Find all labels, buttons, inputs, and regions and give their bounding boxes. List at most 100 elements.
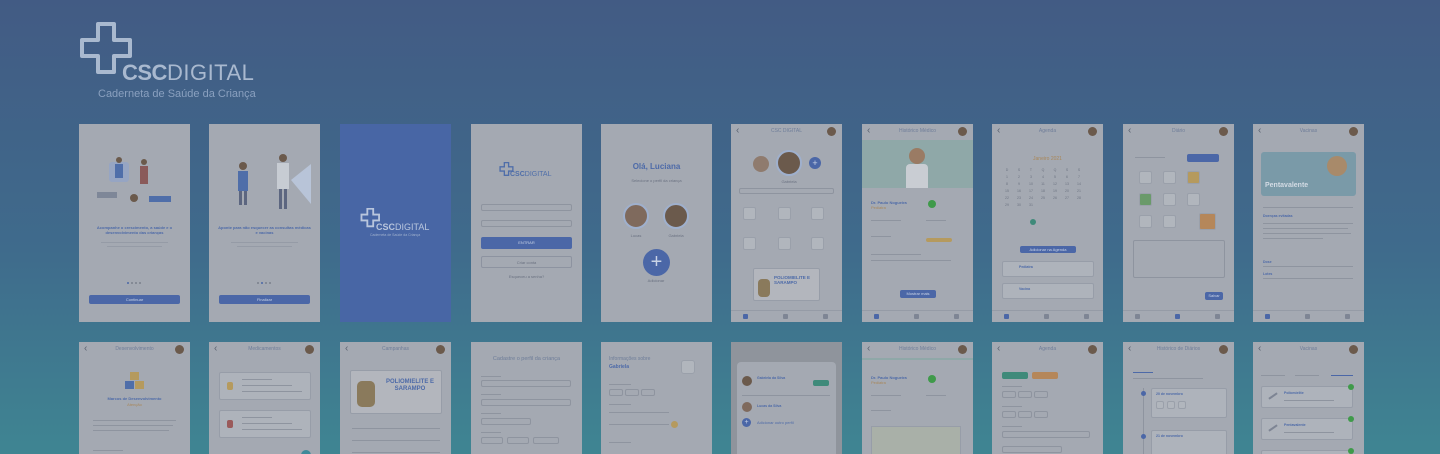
- mood-tile[interactable]: [1187, 193, 1200, 206]
- home-icon[interactable]: [743, 314, 748, 319]
- type-tab[interactable]: [1032, 372, 1058, 379]
- book-icon[interactable]: [1305, 314, 1310, 319]
- mood-tile[interactable]: [1139, 215, 1152, 228]
- day-select[interactable]: [1002, 391, 1016, 398]
- mood-tile[interactable]: [1187, 171, 1200, 184]
- avatar[interactable]: [958, 345, 967, 354]
- avatar[interactable]: [1349, 345, 1358, 354]
- period-select[interactable]: [1034, 411, 1048, 418]
- menu-tile[interactable]: [743, 237, 756, 250]
- minute-select[interactable]: [1018, 411, 1032, 418]
- book-icon[interactable]: [783, 314, 788, 319]
- home-icon[interactable]: [874, 314, 879, 319]
- finish-button[interactable]: Finalizar: [219, 295, 310, 304]
- create-account-button[interactable]: Criar conta: [481, 256, 572, 268]
- year-select[interactable]: [533, 437, 559, 444]
- whatsapp-icon[interactable]: [928, 375, 936, 383]
- add-profile-button[interactable]: +: [643, 249, 670, 276]
- medicine-card[interactable]: [219, 372, 311, 400]
- avatar[interactable]: [742, 402, 752, 412]
- hour-select[interactable]: [1002, 411, 1016, 418]
- campaign-banner[interactable]: POLIOMIELITE E SARAMPO: [350, 370, 442, 414]
- chat-icon[interactable]: [1215, 314, 1220, 319]
- email-field[interactable]: [481, 204, 572, 211]
- avatar[interactable]: [1219, 345, 1228, 354]
- login-button[interactable]: ENTRAR: [481, 237, 572, 249]
- medicine-card[interactable]: [219, 410, 311, 438]
- menu-tile[interactable]: [811, 237, 824, 250]
- birthdate-field[interactable]: [481, 418, 531, 425]
- home-icon[interactable]: [1004, 314, 1009, 319]
- password-field[interactable]: [481, 220, 572, 227]
- search-input[interactable]: [739, 188, 834, 194]
- menu-tile[interactable]: [811, 207, 824, 220]
- slider-track[interactable]: [609, 412, 669, 413]
- slider-track[interactable]: [609, 424, 669, 425]
- notes-field[interactable]: [1002, 431, 1090, 438]
- name-field[interactable]: [481, 380, 571, 387]
- vaccine-card[interactable]: [1261, 450, 1353, 454]
- avatar[interactable]: [776, 150, 802, 176]
- avatar[interactable]: [958, 127, 967, 136]
- surname-field[interactable]: [481, 399, 571, 406]
- notes-textarea[interactable]: [1133, 240, 1225, 278]
- book-icon[interactable]: [1044, 314, 1049, 319]
- menu-tile[interactable]: [778, 207, 791, 220]
- reminder-field[interactable]: [1002, 446, 1062, 453]
- forgot-password-link[interactable]: Esqueceu a senha?: [481, 274, 572, 279]
- avatar[interactable]: [623, 203, 649, 229]
- month-select[interactable]: [507, 437, 529, 444]
- whatsapp-icon[interactable]: [928, 200, 936, 208]
- agenda-item[interactable]: Pediatra: [1002, 261, 1094, 277]
- menu-tile[interactable]: [743, 207, 756, 220]
- mood-tile[interactable]: [1139, 193, 1152, 206]
- mood-tile[interactable]: [1199, 213, 1216, 230]
- book-icon[interactable]: [914, 314, 919, 319]
- avatar[interactable]: [663, 203, 689, 229]
- add-profile-label[interactable]: Adicionar outro perfil: [757, 420, 794, 425]
- mood-tile[interactable]: [1163, 215, 1176, 228]
- day-select[interactable]: [609, 389, 623, 396]
- date-selector[interactable]: [1187, 154, 1219, 162]
- avatar[interactable]: [1088, 345, 1097, 354]
- mood-tile[interactable]: [1163, 171, 1176, 184]
- mood-tile[interactable]: [1163, 193, 1176, 206]
- year-select[interactable]: [641, 389, 655, 396]
- book-icon[interactable]: [1175, 314, 1180, 319]
- home-icon[interactable]: [1265, 314, 1270, 319]
- diary-entry[interactable]: 21 de novembro: [1151, 430, 1227, 454]
- avatar[interactable]: [305, 345, 314, 354]
- avatar[interactable]: [1088, 127, 1097, 136]
- agenda-item[interactable]: Vacina: [1002, 283, 1094, 299]
- avatar[interactable]: [827, 127, 836, 136]
- home-icon[interactable]: [1135, 314, 1140, 319]
- mood-tile[interactable]: [1139, 171, 1152, 184]
- avatar[interactable]: [175, 345, 184, 354]
- month-select[interactable]: [625, 389, 639, 396]
- camera-icon[interactable]: [681, 360, 695, 374]
- campaign-banner[interactable]: POLIOMIELITE E SARAMPO: [753, 268, 820, 301]
- avatar[interactable]: [1219, 127, 1228, 136]
- month-select[interactable]: [1018, 391, 1032, 398]
- add-agenda-button[interactable]: Adicionar na Agenda: [1020, 246, 1076, 253]
- show-more-button[interactable]: Mostrar mais: [900, 290, 936, 298]
- chat-icon[interactable]: [823, 314, 828, 319]
- add-medicine-button[interactable]: [301, 450, 311, 454]
- chat-icon[interactable]: [1345, 314, 1350, 319]
- tab[interactable]: [1331, 375, 1353, 376]
- tab[interactable]: [1295, 375, 1319, 376]
- map-view[interactable]: [871, 426, 961, 454]
- slider-handle[interactable]: [671, 421, 678, 428]
- save-button[interactable]: Salvar: [1205, 292, 1223, 300]
- menu-tile[interactable]: [778, 237, 791, 250]
- tab[interactable]: [1261, 375, 1285, 376]
- avatar[interactable]: [753, 156, 769, 172]
- vaccine-card[interactable]: Poliomielite: [1261, 386, 1353, 408]
- diary-entry[interactable]: 20 de novembro: [1151, 388, 1227, 418]
- year-select[interactable]: [1034, 391, 1048, 398]
- vaccine-card[interactable]: Pentavalente: [1261, 418, 1353, 440]
- avatar[interactable]: [1349, 127, 1358, 136]
- add-profile-button[interactable]: +: [809, 157, 821, 169]
- calendar-grid[interactable]: DSTQQSS 1234567 8 9 10 11 12 13 14 15 16 17 18 19 2…: [1002, 168, 1084, 207]
- avatar[interactable]: [436, 345, 445, 354]
